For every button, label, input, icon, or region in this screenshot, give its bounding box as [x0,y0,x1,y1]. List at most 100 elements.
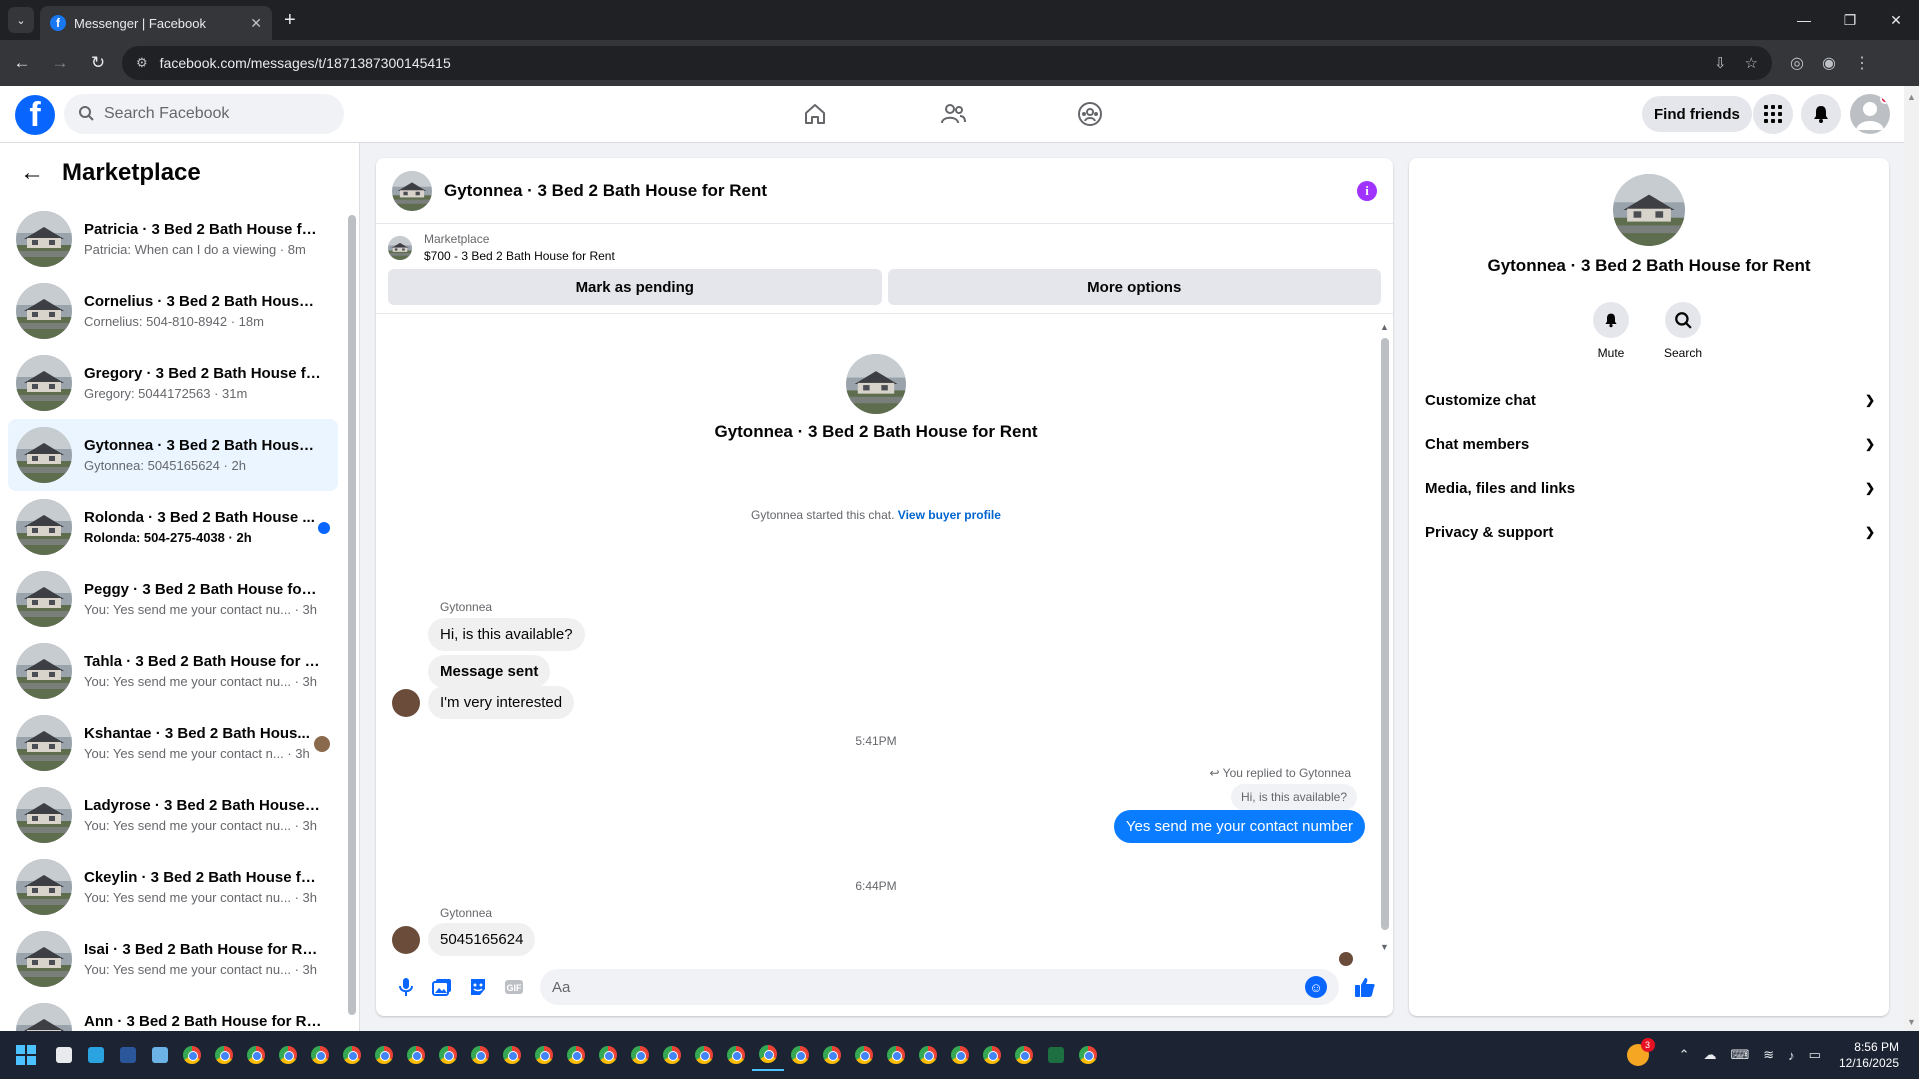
scroll-down-icon[interactable]: ▼ [1907,1017,1916,1027]
chat-members-row[interactable]: Chat members ❯ [1425,426,1875,462]
page-scrollbar[interactable]: ▲ ▼ [1904,86,1919,1031]
conversation-item[interactable]: Ckeylin · 3 Bed 2 Bath House for... You: … [8,851,338,923]
chrome-taskbar-icon[interactable] [816,1039,848,1071]
tab-search-button[interactable]: ⌄ [8,7,34,33]
edge-taskbar-icon[interactable] [80,1039,112,1071]
minimize-icon[interactable]: — [1781,0,1827,40]
scrollbar-thumb[interactable] [348,215,356,1015]
chrome-taskbar-icon[interactable] [176,1039,208,1071]
conversation-item[interactable]: Isai · 3 Bed 2 Bath House for Rent You: Y… [8,923,338,995]
chrome-taskbar-icon[interactable] [400,1039,432,1071]
facebook-logo-icon[interactable]: f [15,95,55,135]
search-input[interactable] [104,105,304,123]
scroll-down-icon[interactable]: ▼ [1380,942,1389,952]
conversation-item[interactable]: Ladyrose · 3 Bed 2 Bath House f... You: Y… [8,779,338,851]
chrome-taskbar-icon[interactable] [880,1039,912,1071]
chrome-taskbar-icon[interactable] [784,1039,816,1071]
chrome-taskbar-icon[interactable] [976,1039,1008,1071]
conversation-item[interactable]: Gytonnea · 3 Bed 2 Bath House f... Gytonn… [8,419,338,491]
search-action[interactable]: Search [1655,302,1711,360]
chrome-taskbar-icon[interactable] [464,1039,496,1071]
listing-thumbnail[interactable] [388,235,412,260]
word-taskbar-icon[interactable] [112,1039,144,1071]
chrome-taskbar-icon[interactable] [336,1039,368,1071]
menu-grid-icon[interactable] [1753,94,1793,134]
microphone-icon[interactable] [388,969,424,1005]
message-bubble[interactable]: Hi, is this available? [428,618,585,651]
onedrive-icon[interactable]: ☁ [1703,1047,1716,1063]
emoji-icon[interactable]: ☺ [1305,976,1327,998]
chrome-taskbar-icon[interactable] [304,1039,336,1071]
site-info-icon[interactable]: ⚙ [136,55,148,71]
chrome-taskbar-icon[interactable] [432,1039,464,1071]
browser-tab-messenger[interactable]: f Messenger | Facebook ✕ [40,6,272,40]
listing-price[interactable]: $700 - 3 Bed 2 Bath House for Rent [424,249,615,263]
conversation-item[interactable]: Rolonda · 3 Bed 2 Bath House ... Rolonda:… [8,491,338,563]
chrome-taskbar-icon[interactable] [272,1039,304,1071]
mark-as-pending-button[interactable]: Mark as pending [388,269,882,305]
profile-icon[interactable]: ◉ [1822,53,1836,73]
chrome-taskbar-icon[interactable] [752,1039,784,1071]
conversation-item[interactable]: Patricia · 3 Bed 2 Bath House for... Patr… [8,203,338,275]
conversation-item[interactable]: Cornelius · 3 Bed 2 Bath House f... Corne… [8,275,338,347]
chrome-taskbar-icon[interactable] [368,1039,400,1071]
my-message-bubble[interactable]: Yes send me your contact number [1113,810,1365,843]
sticker-icon[interactable] [460,969,496,1005]
chrome-taskbar-icon[interactable] [528,1039,560,1071]
excel-taskbar-icon[interactable] [1040,1039,1072,1071]
home-nav-icon[interactable] [795,96,835,132]
notifications-bell-icon[interactable] [1801,94,1841,134]
chrome-taskbar-icon[interactable] [496,1039,528,1071]
scroll-up-icon[interactable]: ▲ [1380,322,1389,332]
new-tab-button[interactable]: + [284,9,296,32]
clock[interactable]: 8:56 PM 12/16/2025 [1839,1039,1899,1071]
notepad-taskbar-icon[interactable] [144,1039,176,1071]
scroll-up-icon[interactable]: ▲ [1907,92,1916,102]
mute-action[interactable]: Mute [1583,302,1639,360]
chrome-taskbar-icon[interactable] [656,1039,688,1071]
media-files-links-row[interactable]: Media, files and links ❯ [1425,470,1875,506]
privacy-support-row[interactable]: Privacy & support ❯ [1425,514,1875,550]
url-text[interactable]: facebook.com/messages/t/1871387300145415 [160,55,1696,71]
chrome-taskbar-icon[interactable] [912,1039,944,1071]
chat-avatar[interactable] [392,170,432,211]
message-bubble[interactable]: I'm very interested [428,686,575,719]
chrome-taskbar-icon[interactable] [720,1039,752,1071]
browser-menu-icon[interactable]: ⋮ [1854,53,1870,73]
chrome-taskbar-icon[interactable] [688,1039,720,1071]
address-bar[interactable]: ⚙ facebook.com/messages/t/18713873001454… [122,46,1772,80]
chrome-taskbar-icon[interactable] [1008,1039,1040,1071]
weather-icon[interactable]: 3 [1626,1038,1655,1066]
conversation-item[interactable]: Tahla · 3 Bed 2 Bath House for R... You: … [8,635,338,707]
customize-chat-row[interactable]: Customize chat ❯ [1425,382,1875,418]
bookmark-star-icon[interactable]: ☆ [1745,54,1758,72]
chrome-taskbar-icon[interactable] [240,1039,272,1071]
chrome-taskbar-icon[interactable] [208,1039,240,1071]
back-arrow-icon[interactable]: ← [20,159,44,187]
gif-icon[interactable]: GIF [496,969,532,1005]
close-tab-icon[interactable]: ✕ [250,15,262,32]
account-avatar[interactable] [1850,94,1890,134]
conversation-item[interactable]: Ann · 3 Bed 2 Bath House for RentBeware … [8,995,338,1031]
search-icon[interactable] [1665,302,1701,338]
chrome-taskbar-icon[interactable] [944,1039,976,1071]
conversation-item[interactable]: Peggy · 3 Bed 2 Bath House for ... You: Y… [8,563,338,635]
task-view-taskbar-icon[interactable] [48,1039,80,1071]
chevron-up-icon[interactable]: ⌃ [1679,1047,1690,1063]
groups-nav-icon[interactable] [1070,96,1110,132]
sender-avatar[interactable] [392,689,420,717]
scrollbar-thumb[interactable] [1381,338,1389,930]
reload-icon[interactable]: ↻ [82,53,114,73]
chrome-taskbar-icon[interactable] [592,1039,624,1071]
close-window-icon[interactable]: ✕ [1873,0,1919,40]
bell-icon[interactable] [1593,302,1629,338]
thumbs-up-icon[interactable] [1345,969,1385,1005]
message-input[interactable] [552,978,1305,996]
message-bubble[interactable]: 5045165624 [428,923,536,956]
conversation-item[interactable]: Kshantae · 3 Bed 2 Bath Hous... You: Yes … [8,707,338,779]
conversation-item[interactable]: Gregory · 3 Bed 2 Bath House fo... Gregor… [8,347,338,419]
chrome-taskbar-icon[interactable] [848,1039,880,1071]
volume-icon[interactable]: ♪ [1788,1048,1795,1063]
sidebar-scrollbar[interactable] [348,203,356,1033]
message-input-box[interactable]: ☺ [540,969,1339,1005]
